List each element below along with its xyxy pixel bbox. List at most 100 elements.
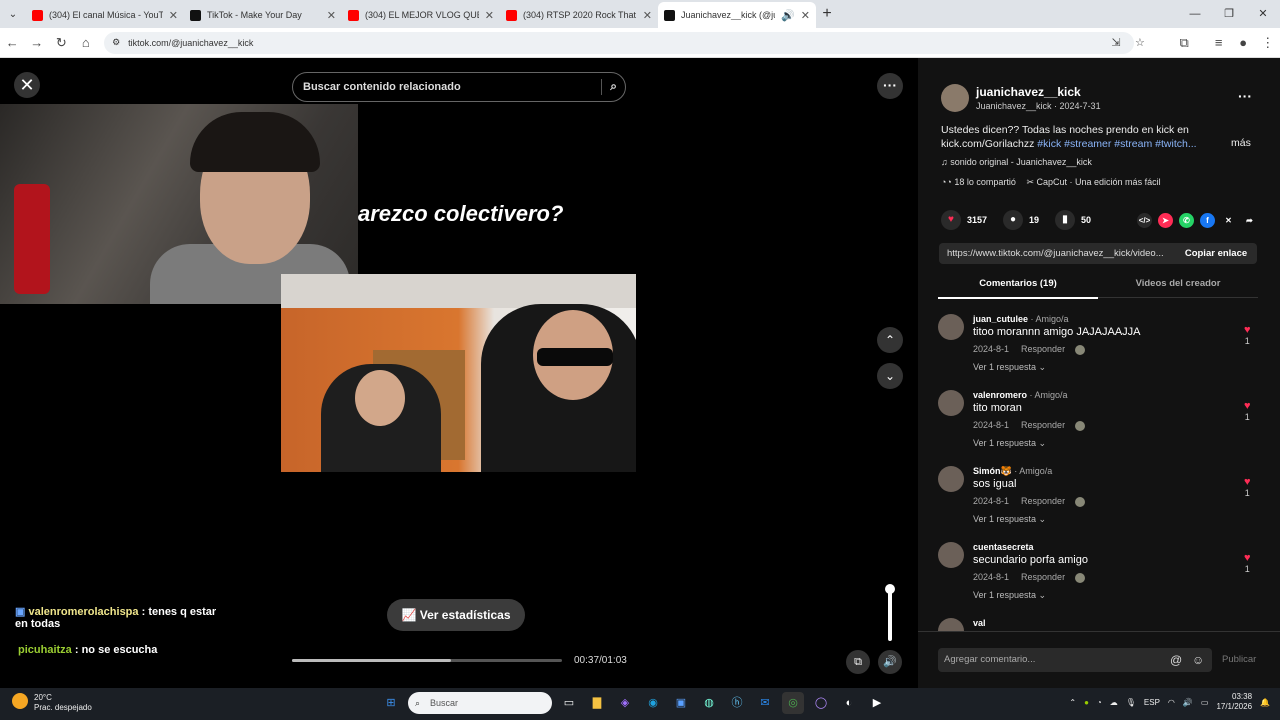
tray-app-icon[interactable]: ●: [1084, 698, 1089, 707]
post-options-icon[interactable]: ···: [1238, 88, 1252, 104]
next-video-icon[interactable]: ⌄: [877, 363, 903, 389]
clock[interactable]: 03:38 17/1/2026: [1216, 692, 1252, 712]
onedrive-icon[interactable]: ☁: [1110, 698, 1118, 707]
search-icon[interactable]: ⌕: [601, 79, 617, 95]
send-icon[interactable]: ➤: [1158, 213, 1173, 228]
previous-video-icon[interactable]: ⌃: [877, 327, 903, 353]
profile-icon[interactable]: ●: [1231, 35, 1256, 50]
reply-button[interactable]: Responder: [1021, 572, 1065, 582]
store-icon[interactable]: ▣: [670, 692, 692, 714]
close-tab-icon[interactable]: ✕: [327, 9, 336, 22]
avatar[interactable]: [938, 542, 964, 568]
whatsapp-icon[interactable]: ✆: [1179, 213, 1194, 228]
github-icon[interactable]: ◐: [838, 692, 860, 714]
comment-like[interactable]: ♥ 1: [1244, 324, 1251, 346]
browser-tab[interactable]: (304) RTSP 2020 Rock That Sw ✕: [500, 2, 658, 28]
speaker-icon[interactable]: 🔊: [781, 9, 795, 22]
x-icon[interactable]: ✕: [1221, 213, 1236, 228]
view-stats-button[interactable]: 📈 Ver estadísticas: [387, 599, 525, 631]
comment-icon[interactable]: ●: [1003, 210, 1024, 230]
avatar[interactable]: [938, 314, 964, 340]
url-field[interactable]: ⚙ tiktok.com/@juanichavez__kick: [104, 31, 1134, 54]
app-circle-icon[interactable]: ◯: [810, 692, 832, 714]
browser-tab[interactable]: (304) EL MEJOR VLOG QUE VA ✕: [342, 2, 500, 28]
reload-icon[interactable]: ↻: [49, 35, 74, 51]
maximize-icon[interactable]: ❐: [1212, 0, 1246, 28]
browser-tab-active[interactable]: Juanichavez__kick (@juanic 🔊 ✕: [658, 2, 816, 28]
bookmark-star-icon[interactable]: ☆: [1128, 36, 1152, 49]
home-icon[interactable]: ⌂: [74, 35, 99, 50]
author-username[interactable]: juanichavez__kick: [976, 85, 1081, 99]
browser-tab[interactable]: TikTok - Make Your Day ✕: [184, 2, 342, 28]
reply-button[interactable]: Responder: [1021, 496, 1065, 506]
close-tab-icon[interactable]: ✕: [485, 9, 494, 22]
weather-widget[interactable]: 20°C Prac. despejado: [12, 693, 92, 713]
comment-author[interactable]: valenromero · Amigo/a: [973, 390, 1068, 400]
avatar[interactable]: [938, 618, 964, 632]
facebook-icon[interactable]: f: [1200, 213, 1215, 228]
embed-icon[interactable]: </>: [1137, 213, 1152, 228]
wifi-icon[interactable]: ◠: [1168, 698, 1175, 707]
comment-author[interactable]: Simón🐯 · Amigo/a: [973, 466, 1052, 477]
mention-icon[interactable]: @: [1170, 648, 1182, 672]
extensions-icon[interactable]: ⧉: [1172, 35, 1197, 51]
minimize-icon[interactable]: —: [1178, 0, 1212, 28]
more-button[interactable]: más: [1231, 137, 1251, 149]
hp-icon[interactable]: ⓗ: [726, 692, 748, 714]
chevron-up-icon[interactable]: ⌃: [1069, 698, 1076, 707]
edge-icon[interactable]: ◉: [642, 692, 664, 714]
app-icon[interactable]: ◍: [698, 692, 720, 714]
forward-icon[interactable]: →: [25, 35, 50, 50]
video-progress-bar[interactable]: [292, 659, 562, 662]
view-replies[interactable]: Ver 1 respuesta ⌄: [973, 514, 1046, 525]
battery-icon[interactable]: ▭: [1201, 698, 1209, 707]
volume-knob[interactable]: [885, 584, 895, 594]
copilot-icon[interactable]: ◈: [614, 692, 636, 714]
capcut-text[interactable]: CapCut · Una edición más fácil: [1037, 177, 1161, 187]
related-search-input[interactable]: Buscar contenido relacionado ⌕: [292, 72, 626, 102]
publish-button[interactable]: Publicar: [1222, 654, 1256, 665]
close-window-icon[interactable]: ✕: [1246, 0, 1280, 28]
notification-icon[interactable]: 🔔: [1260, 698, 1270, 707]
new-tab-button[interactable]: +: [816, 5, 838, 23]
tab-creator-videos[interactable]: Videos del creador: [1098, 278, 1258, 289]
media-player-icon[interactable]: ▶: [866, 692, 888, 714]
comment-like[interactable]: ♥ 1: [1244, 552, 1251, 574]
copy-link-button[interactable]: Copiar enlace: [1175, 243, 1257, 264]
comment-like[interactable]: ♥ 1: [1244, 476, 1251, 498]
avatar[interactable]: [938, 390, 964, 416]
comment-author[interactable]: juan_cutulee · Amigo/a: [973, 314, 1069, 324]
site-info-icon[interactable]: ⚙: [112, 37, 120, 48]
reply-button[interactable]: Responder: [1021, 344, 1065, 354]
close-tab-icon[interactable]: ✕: [169, 9, 178, 22]
floating-player-icon[interactable]: ⧉: [846, 650, 870, 674]
view-replies[interactable]: Ver 1 respuesta ⌄: [973, 362, 1046, 373]
browser-tab[interactable]: (304) El canal Música - YouTube ✕: [26, 2, 184, 28]
comment-username[interactable]: val: [973, 618, 986, 628]
language-indicator[interactable]: ESP: [1144, 698, 1160, 707]
avatar[interactable]: [941, 84, 969, 112]
more-options-icon[interactable]: ···: [877, 73, 903, 99]
bookmark-icon[interactable]: ▮: [1055, 210, 1076, 230]
outlook-icon[interactable]: ✉: [754, 692, 776, 714]
volume-icon[interactable]: 🔊: [878, 650, 902, 674]
close-icon[interactable]: ✕: [14, 72, 40, 98]
share-icon[interactable]: ➦: [1242, 213, 1257, 228]
reading-list-icon[interactable]: ≡: [1206, 35, 1231, 50]
close-tab-icon[interactable]: ✕: [643, 9, 652, 22]
emoji-icon[interactable]: ☺: [1192, 648, 1204, 672]
video-frame[interactable]: [281, 274, 636, 472]
sound-link[interactable]: ♫ sonido original - Juanichavez__kick: [941, 157, 1092, 167]
task-view-icon[interactable]: ▭: [558, 692, 580, 714]
tab-menu-icon[interactable]: ⌄: [0, 9, 26, 20]
file-explorer-icon[interactable]: ▇: [586, 692, 608, 714]
comment-input[interactable]: Agregar comentario... @ ☺: [938, 648, 1212, 672]
comment-author[interactable]: cuentasecreta: [973, 542, 1034, 552]
avatar[interactable]: [938, 466, 964, 492]
browser-menu-icon[interactable]: ⋮: [1255, 35, 1280, 51]
microphone-icon[interactable]: 🎙: [1126, 698, 1136, 707]
reply-button[interactable]: Responder: [1021, 420, 1065, 430]
tab-comments[interactable]: Comentarios (19): [938, 278, 1098, 299]
view-replies[interactable]: Ver 1 respuesta ⌄: [973, 590, 1046, 601]
tray-app-icon[interactable]: ◔: [1097, 698, 1102, 707]
